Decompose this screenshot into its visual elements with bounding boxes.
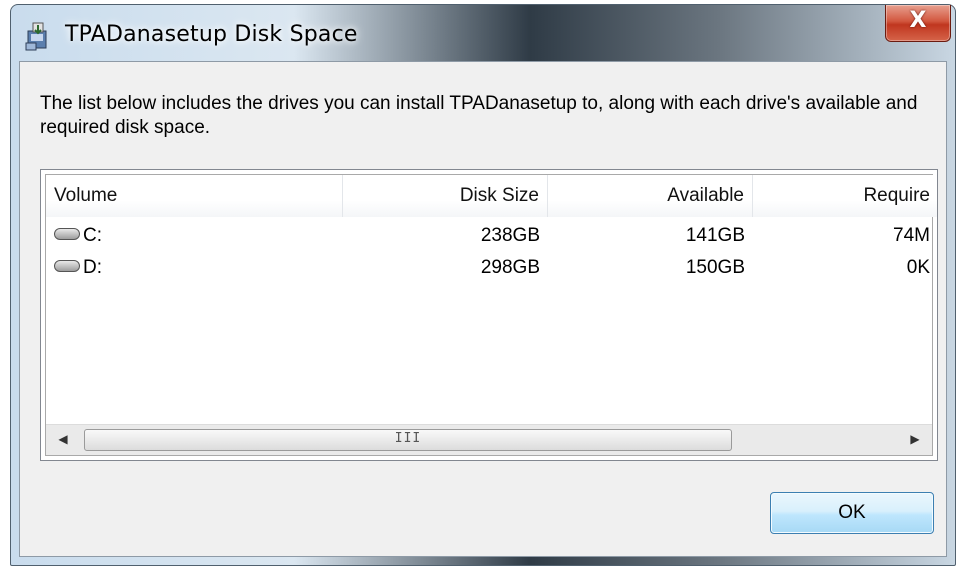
dialog-body: The list below includes the drives you c…: [19, 61, 947, 557]
volume-cell: C:: [46, 225, 343, 247]
scrollbar-thumb[interactable]: III: [84, 429, 732, 451]
dialog-window: TPADanasetup Disk Space X The list below…: [10, 4, 956, 566]
volume-label: D:: [83, 257, 102, 278]
required-cell: 74M: [893, 225, 930, 246]
available-cell: 141GB: [685, 225, 745, 246]
list-rows: C: 238GB 141GB 74M D: 298GB 150GB 0K: [46, 220, 937, 284]
scroll-right-arrow-icon[interactable]: ▶: [908, 432, 922, 446]
horizontal-scrollbar[interactable]: ◀ III ▶: [46, 424, 932, 455]
scrollbar-grip: III: [394, 431, 422, 446]
column-header-volume[interactable]: Volume: [46, 175, 343, 217]
description-text: The list below includes the drives you c…: [40, 93, 918, 138]
volume-label: C:: [83, 225, 102, 246]
scroll-left-arrow-icon[interactable]: ◀: [56, 432, 70, 446]
available-cell: 150GB: [685, 257, 745, 278]
title-bar[interactable]: TPADanasetup Disk Space X: [11, 5, 955, 61]
ok-button[interactable]: OK: [770, 492, 934, 534]
required-cell: 0K: [906, 257, 930, 278]
disk-size-cell: 238GB: [480, 225, 540, 246]
list-header: Volume Disk Size Available Require: [46, 175, 937, 217]
disk-size-cell: 298GB: [480, 257, 540, 278]
window-title: TPADanasetup Disk Space: [65, 22, 358, 47]
volume-cell: D:: [46, 257, 343, 279]
drives-list[interactable]: Volume Disk Size Available Require C: 23…: [40, 169, 938, 461]
hard-drive-icon: [54, 259, 80, 272]
installer-icon: [25, 22, 47, 51]
table-row[interactable]: D: 298GB 150GB 0K: [46, 252, 937, 284]
close-icon: X: [909, 8, 927, 33]
hard-drive-icon: [54, 227, 80, 240]
close-button[interactable]: X: [885, 5, 951, 42]
column-header-disk-size[interactable]: Disk Size: [343, 175, 548, 217]
column-header-available[interactable]: Available: [548, 175, 753, 217]
column-header-required[interactable]: Require: [753, 175, 937, 217]
table-row[interactable]: C: 238GB 141GB 74M: [46, 220, 937, 252]
